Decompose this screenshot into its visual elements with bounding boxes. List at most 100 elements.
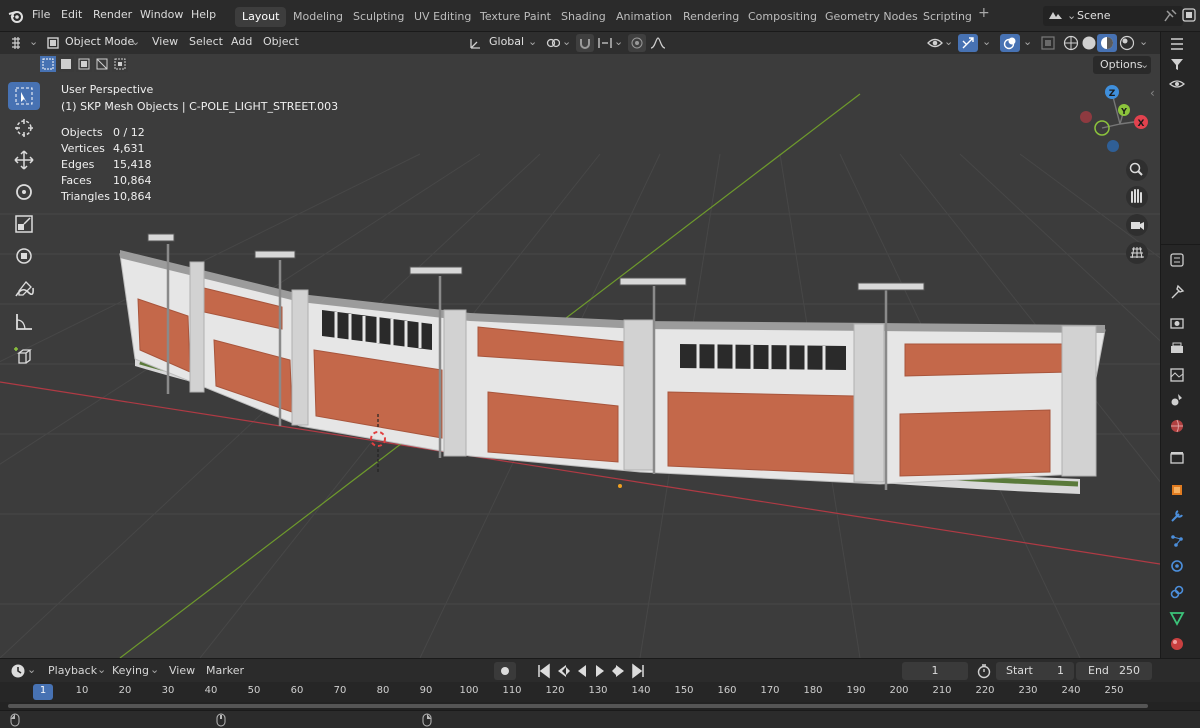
tab-layout[interactable]: Layout [235,7,287,27]
add-workspace-icon[interactable]: + [978,5,990,21]
solid-shading-icon[interactable] [1081,35,1097,51]
transform-orientation-dropdown[interactable]: Global ⌄ [466,34,540,52]
menu-object[interactable]: Object [263,35,299,48]
blender-logo-icon[interactable] [8,8,24,24]
prev-keyframe-icon[interactable] [558,665,570,677]
menu-timeline-view[interactable]: View [169,664,195,677]
tool-measure[interactable] [8,308,40,336]
timeline-scrollbar[interactable] [0,702,1200,710]
menu-add[interactable]: Add [231,35,252,48]
menu-view[interactable]: View [152,35,178,48]
select-extend-icon[interactable] [58,56,74,72]
constraints-icon[interactable] [1169,584,1185,600]
overlays-toggle[interactable] [1000,34,1020,52]
view-layer-icon[interactable] [1169,367,1185,383]
play-reverse-icon[interactable] [578,665,586,677]
mesh-data-icon[interactable] [1169,610,1185,626]
select-invert-icon[interactable] [94,56,110,72]
tool-cursor[interactable] [8,114,40,142]
falloff-curve-icon[interactable] [650,36,666,50]
tab-scripting[interactable]: Scripting [916,7,979,27]
editor-type-icon[interactable] [10,35,28,51]
select-intersect-icon[interactable] [112,56,128,72]
end-frame-field[interactable]: End 250 [1076,662,1152,680]
object-mode-dropdown[interactable]: Object Mode ⌄ [44,34,144,52]
menu-window[interactable]: Window [140,8,183,21]
new-scene-icon[interactable] [1182,8,1196,22]
wall-model[interactable] [119,233,1106,494]
proportional-edit-toggle[interactable] [628,34,646,52]
eye-icon[interactable] [1169,76,1185,92]
tab-compositing[interactable]: Compositing [741,7,824,27]
menu-keying[interactable]: Keying [112,664,149,677]
scene-selector[interactable]: ⌄ Scene [1043,6,1183,26]
navigation-gizmo[interactable]: X Y Z [1080,85,1148,152]
pan-hand-icon[interactable] [1126,186,1148,208]
world-properties-icon[interactable] [1169,418,1185,434]
tool-annotate[interactable] [8,276,40,304]
menu-render[interactable]: Render [93,8,132,21]
tool-select-box[interactable] [8,82,40,110]
timeline-ruler[interactable]: 1 10 20 30 40 50 60 70 80 90 100 110 120… [0,682,1200,702]
tool-rotate[interactable] [8,178,40,206]
tab-shading[interactable]: Shading [554,7,613,27]
tool-add-cube[interactable] [8,342,40,370]
current-frame-field[interactable]: 1 [902,662,968,680]
pivot-point-icon[interactable] [546,36,560,50]
select-subtract-icon[interactable] [76,56,92,72]
tab-animation[interactable]: Animation [609,7,679,27]
zoom-icon[interactable] [1126,159,1148,181]
jump-end-icon[interactable] [632,663,644,679]
material-shading-toggle[interactable] [1097,34,1117,52]
play-icon[interactable] [596,665,604,677]
modifier-wrench-icon[interactable] [1169,508,1185,524]
scene-properties-icon[interactable] [1169,392,1185,408]
tab-modeling[interactable]: Modeling [286,7,350,27]
jump-start-icon[interactable] [538,663,550,679]
filter-icon[interactable] [1169,56,1185,72]
physics-icon[interactable] [1169,558,1185,574]
tab-geometry-nodes[interactable]: Geometry Nodes [818,7,925,27]
perspective-grid-icon[interactable] [1126,242,1148,264]
outliner-display-icon[interactable] [1169,36,1185,52]
select-new-icon[interactable] [40,56,56,72]
particles-icon[interactable] [1169,533,1185,549]
material-properties-icon[interactable] [1169,636,1185,652]
xray-toggle-icon[interactable] [1041,36,1055,50]
menu-marker[interactable]: Marker [206,664,244,677]
next-keyframe-icon[interactable] [612,665,624,677]
tool-scale[interactable] [8,210,40,238]
start-frame-field[interactable]: Start 1 [996,662,1074,680]
snap-target-icon[interactable] [597,36,613,50]
tab-texture-paint[interactable]: Texture Paint [473,7,558,27]
rendered-shading-icon[interactable] [1119,35,1135,51]
visibility-eye-icon[interactable] [927,35,943,51]
pin-icon[interactable] [1163,9,1177,23]
tab-uv-editing[interactable]: UV Editing [407,7,478,27]
tool-transform[interactable] [8,242,40,270]
output-properties-icon[interactable] [1169,341,1185,357]
gizmo-toggle[interactable] [958,34,978,52]
collection-properties-icon[interactable] [1169,450,1185,466]
record-button[interactable] [494,662,516,680]
object-properties-icon[interactable] [1169,482,1185,498]
menu-edit[interactable]: Edit [61,8,82,21]
wireframe-shading-icon[interactable] [1063,35,1079,51]
scrollbar-thumb[interactable] [8,704,1148,708]
tab-rendering[interactable]: Rendering [676,7,746,27]
tool-move[interactable] [8,146,40,174]
tab-sculpting[interactable]: Sculpting [346,7,411,27]
tool-settings-icon[interactable] [1169,284,1185,300]
menu-file[interactable]: File [32,8,50,21]
menu-playback[interactable]: Playback [48,664,97,677]
menu-select[interactable]: Select [189,35,223,48]
3d-viewport[interactable]: X Y Z Options ⌄ User Perspective (1) SKP… [0,54,1160,658]
snap-toggle[interactable] [576,34,594,52]
stopwatch-icon[interactable] [976,663,992,679]
properties-editor-icon[interactable] [1169,252,1185,268]
sidebar-expand-icon[interactable]: ‹ [1150,86,1155,100]
clock-icon[interactable] [10,663,26,679]
camera-view-icon[interactable] [1126,214,1148,236]
options-dropdown[interactable]: Options ⌄ [1093,56,1151,74]
render-properties-icon[interactable] [1169,315,1185,331]
